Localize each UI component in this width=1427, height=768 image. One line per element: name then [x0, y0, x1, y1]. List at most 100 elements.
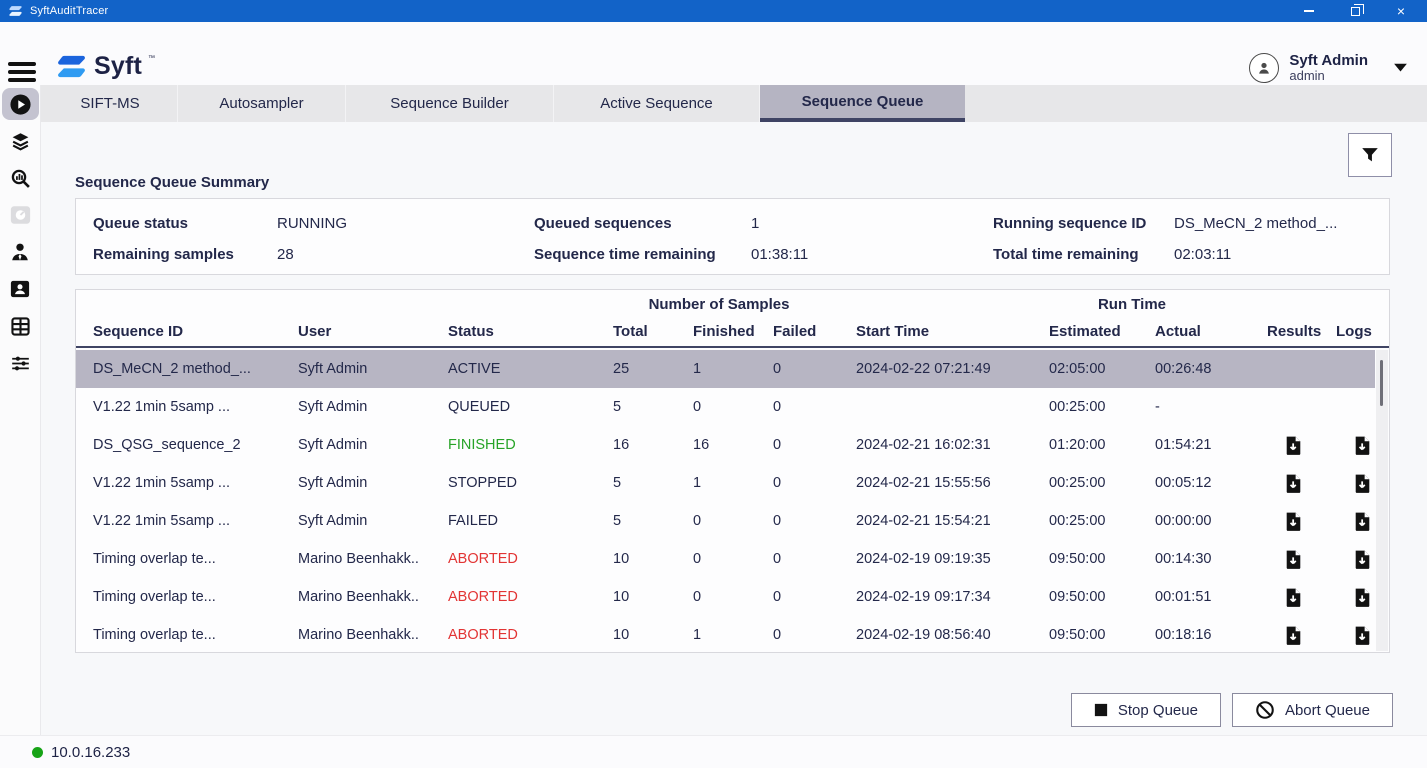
logs-download-button[interactable] — [1350, 508, 1374, 534]
cell-user: Syft Admin — [298, 437, 448, 453]
summary-label: Queued sequences — [534, 215, 751, 232]
cell-status: ABORTED — [448, 551, 613, 567]
filter-button[interactable] — [1348, 133, 1392, 177]
summary-label: Remaining samples — [93, 246, 277, 263]
abort-queue-button[interactable]: Abort Queue — [1232, 693, 1393, 727]
cell-status: ABORTED — [448, 627, 613, 643]
download-icon — [1354, 435, 1371, 456]
cell-user: Syft Admin — [298, 475, 448, 491]
logo-trademark: ™ — [148, 55, 155, 62]
results-download-button[interactable] — [1281, 546, 1305, 572]
summary-label: Sequence time remaining — [534, 246, 751, 263]
column-header: Start Time — [856, 323, 1049, 340]
cell-total: 5 — [613, 513, 693, 529]
cell-status: STOPPED — [448, 475, 613, 491]
menu-button[interactable] — [8, 60, 36, 84]
gauge-icon — [9, 204, 32, 226]
logs-download-button[interactable] — [1350, 622, 1374, 648]
cell-sequence-id: V1.22 1min 5samp ... — [93, 399, 298, 415]
table-row[interactable]: V1.22 1min 5samp ...Syft AdminQUEUED5000… — [76, 388, 1375, 426]
cell-failed: 0 — [773, 551, 856, 567]
cell-start-time: 2024-02-22 07:21:49 — [856, 361, 1049, 377]
avatar — [1249, 53, 1279, 83]
column-header: User — [298, 323, 448, 340]
cell-start-time: 2024-02-21 16:02:31 — [856, 437, 1049, 453]
cell-user: Marino Beenhakk.. — [298, 589, 448, 605]
sidebar-item-search-analytics[interactable] — [2, 162, 39, 194]
table-header-row: Sequence IDUserStatusTotalFinishedFailed… — [76, 316, 1389, 348]
results-download-button[interactable] — [1281, 470, 1305, 496]
logs-download-button[interactable] — [1350, 470, 1374, 496]
tab-sift-ms[interactable]: SIFT-MS — [43, 85, 178, 122]
cell-start-time: 2024-02-19 08:56:40 — [856, 627, 1049, 643]
filter-icon — [1358, 144, 1382, 166]
table-row[interactable]: V1.22 1min 5samp ...Syft AdminFAILED5002… — [76, 502, 1375, 540]
table-row[interactable]: Timing overlap te...Marino Beenhakk..ABO… — [76, 578, 1375, 616]
cell-estimated: 09:50:00 — [1049, 551, 1155, 567]
tab-autosampler[interactable]: Autosampler — [178, 85, 346, 122]
cell-finished: 0 — [693, 399, 773, 415]
cell-sequence-id: DS_MeCN_2 method_... — [93, 361, 298, 377]
sidebar — [0, 85, 41, 735]
minimize-button[interactable] — [1299, 2, 1319, 20]
sidebar-item-play[interactable] — [2, 88, 39, 120]
table-row[interactable]: V1.22 1min 5samp ...Syft AdminSTOPPED510… — [76, 464, 1375, 502]
cell-failed: 0 — [773, 627, 856, 643]
cell-estimated: 00:25:00 — [1049, 475, 1155, 491]
sidebar-item-user[interactable] — [2, 236, 39, 268]
queue-actions: Stop Queue Abort Queue — [41, 693, 1393, 727]
column-header: Estimated — [1049, 323, 1155, 340]
group-header-runtime: Run Time — [1098, 296, 1166, 313]
table-row[interactable]: DS_MeCN_2 method_...Syft AdminACTIVE2510… — [76, 350, 1375, 388]
download-icon — [1285, 511, 1302, 532]
scrollbar-thumb[interactable] — [1380, 360, 1383, 406]
sidebar-item-contact-card[interactable] — [2, 273, 39, 305]
restore-button[interactable] — [1345, 2, 1365, 20]
main-content: Sequence Queue Summary Queue statusRUNNI… — [41, 122, 1427, 735]
download-icon — [1285, 625, 1302, 646]
tab-bar: SIFT-MSAutosamplerSequence BuilderActive… — [41, 85, 1427, 122]
chevron-down-icon — [1392, 62, 1409, 74]
instrument-ip: 10.0.16.233 — [51, 744, 130, 761]
cell-status: ACTIVE — [448, 361, 613, 377]
cell-user: Marino Beenhakk.. — [298, 551, 448, 567]
tab-active-sequence[interactable]: Active Sequence — [554, 85, 760, 122]
column-header: Actual — [1155, 323, 1267, 340]
cell-estimated: 09:50:00 — [1049, 627, 1155, 643]
cell-results — [1267, 546, 1336, 572]
cell-results — [1267, 584, 1336, 610]
sidebar-item-gauge[interactable] — [2, 199, 39, 231]
results-download-button[interactable] — [1281, 622, 1305, 648]
cell-actual: 00:05:12 — [1155, 475, 1267, 491]
cell-total: 10 — [613, 551, 693, 567]
app-window: SyftAuditTracer × Syft ™ Syft Admin admi… — [0, 0, 1427, 768]
stop-queue-button[interactable]: Stop Queue — [1071, 693, 1221, 727]
sidebar-item-layers[interactable] — [2, 125, 39, 157]
tab-sequence-queue[interactable]: Sequence Queue — [760, 85, 965, 122]
cell-finished: 1 — [693, 627, 773, 643]
sidebar-item-grid[interactable] — [2, 310, 39, 342]
results-download-button[interactable] — [1281, 432, 1305, 458]
cell-estimated: 00:25:00 — [1049, 513, 1155, 529]
sidebar-item-sliders[interactable] — [2, 347, 39, 379]
cell-total: 5 — [613, 399, 693, 415]
download-icon — [1354, 511, 1371, 532]
cell-failed: 0 — [773, 513, 856, 529]
user-menu[interactable]: Syft Admin admin — [1249, 52, 1409, 84]
table-row[interactable]: Timing overlap te...Marino Beenhakk..ABO… — [76, 540, 1375, 578]
table-row[interactable]: Timing overlap te...Marino Beenhakk..ABO… — [76, 616, 1375, 653]
results-download-button[interactable] — [1281, 508, 1305, 534]
cell-user: Marino Beenhakk.. — [298, 627, 448, 643]
results-download-button[interactable] — [1281, 584, 1305, 610]
window-controls: × — [1299, 2, 1419, 20]
logs-download-button[interactable] — [1350, 432, 1374, 458]
close-button[interactable]: × — [1391, 2, 1411, 20]
summary-label: Running sequence ID — [993, 215, 1174, 232]
logs-download-button[interactable] — [1350, 546, 1374, 572]
cell-estimated: 02:05:00 — [1049, 361, 1155, 377]
table-row[interactable]: DS_QSG_sequence_2Syft AdminFINISHED16160… — [76, 426, 1375, 464]
cell-actual: 00:14:30 — [1155, 551, 1267, 567]
logs-download-button[interactable] — [1350, 584, 1374, 610]
table-scrollbar[interactable] — [1376, 350, 1388, 651]
tab-sequence-builder[interactable]: Sequence Builder — [346, 85, 554, 122]
